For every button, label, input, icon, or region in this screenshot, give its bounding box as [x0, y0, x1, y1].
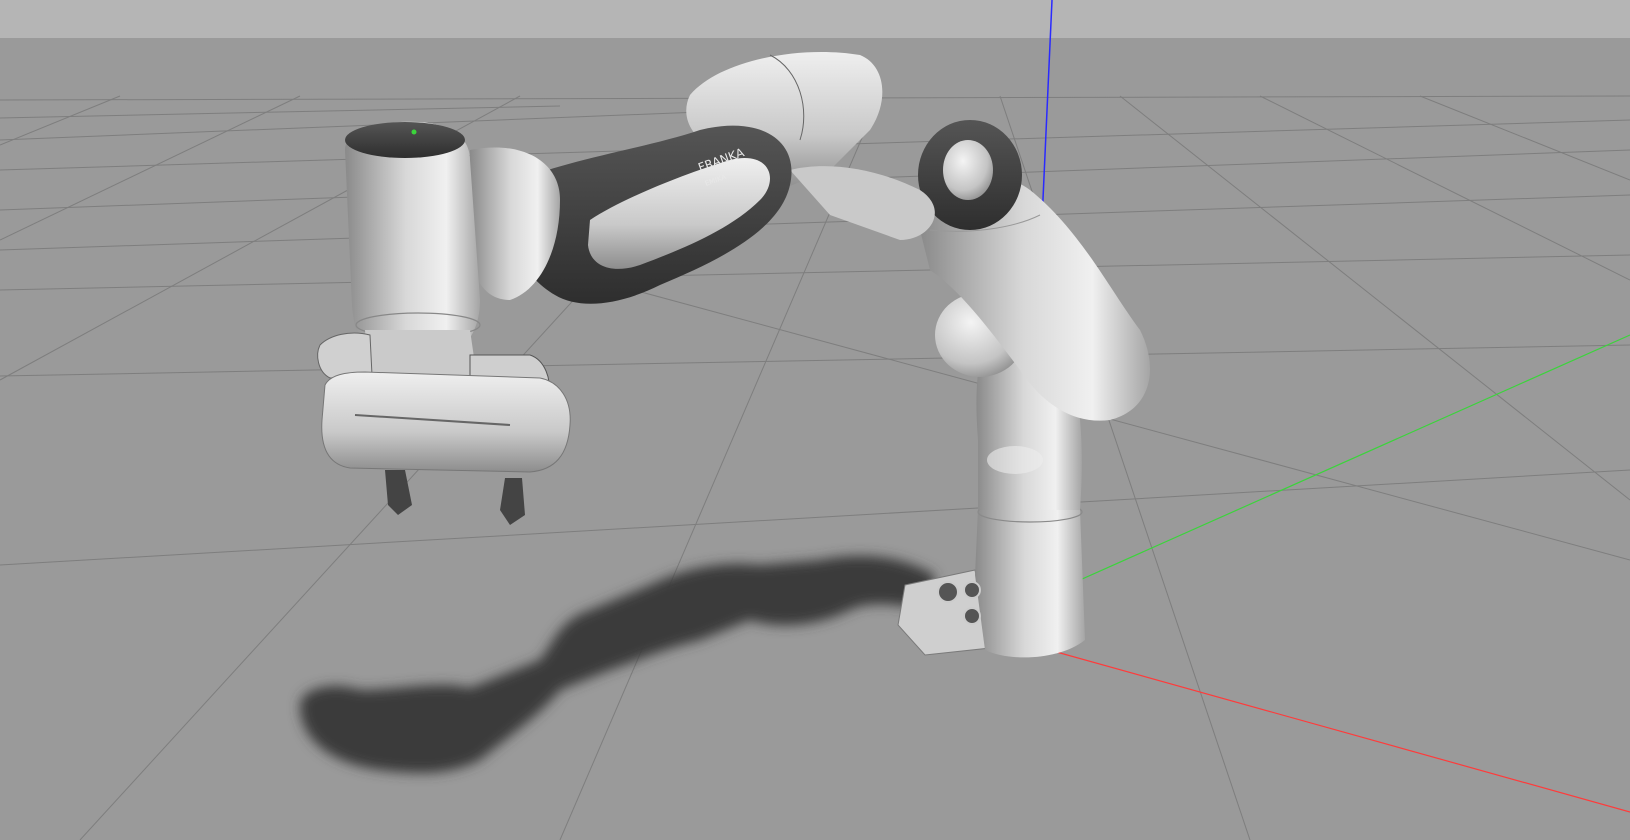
scene-canvas[interactable]: FRANKA EMIKA: [0, 0, 1630, 840]
sky-band: [0, 0, 1630, 42]
3d-viewport[interactable]: FRANKA EMIKA: [0, 0, 1630, 840]
